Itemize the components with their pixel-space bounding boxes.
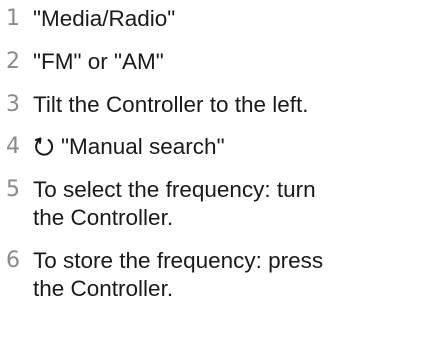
step-text: "FM" or "AM" <box>33 49 164 74</box>
step-text-line: To select the frequency: turn <box>33 177 316 202</box>
step-text: "Manual search" <box>61 134 225 159</box>
step-number: 5 <box>6 177 20 202</box>
step-number: 1 <box>6 6 20 31</box>
step-text-line: To store the frequency: press <box>33 248 324 273</box>
step-text-line: the Controller. <box>33 205 174 230</box>
step-number: 6 <box>6 248 20 273</box>
step-text-with-icon: "Manual search" <box>33 133 418 161</box>
step-number: 3 <box>6 92 20 117</box>
step-text: "Media/Radio" <box>33 6 176 31</box>
controller-turn-icon <box>35 137 54 156</box>
step-text-line: the Controller. <box>33 276 174 301</box>
step-text: To select the frequency: turn the Contro… <box>33 176 418 232</box>
step-text: Tilt the Controller to the left. <box>33 92 309 117</box>
step-number: 2 <box>6 49 20 74</box>
instruction-steps: 1 "Media/Radio" 2 "FM" or "AM" 3 Tilt th… <box>0 0 422 342</box>
step-number: 4 <box>6 134 20 159</box>
step-text: To store the frequency: press the Contro… <box>33 247 418 303</box>
